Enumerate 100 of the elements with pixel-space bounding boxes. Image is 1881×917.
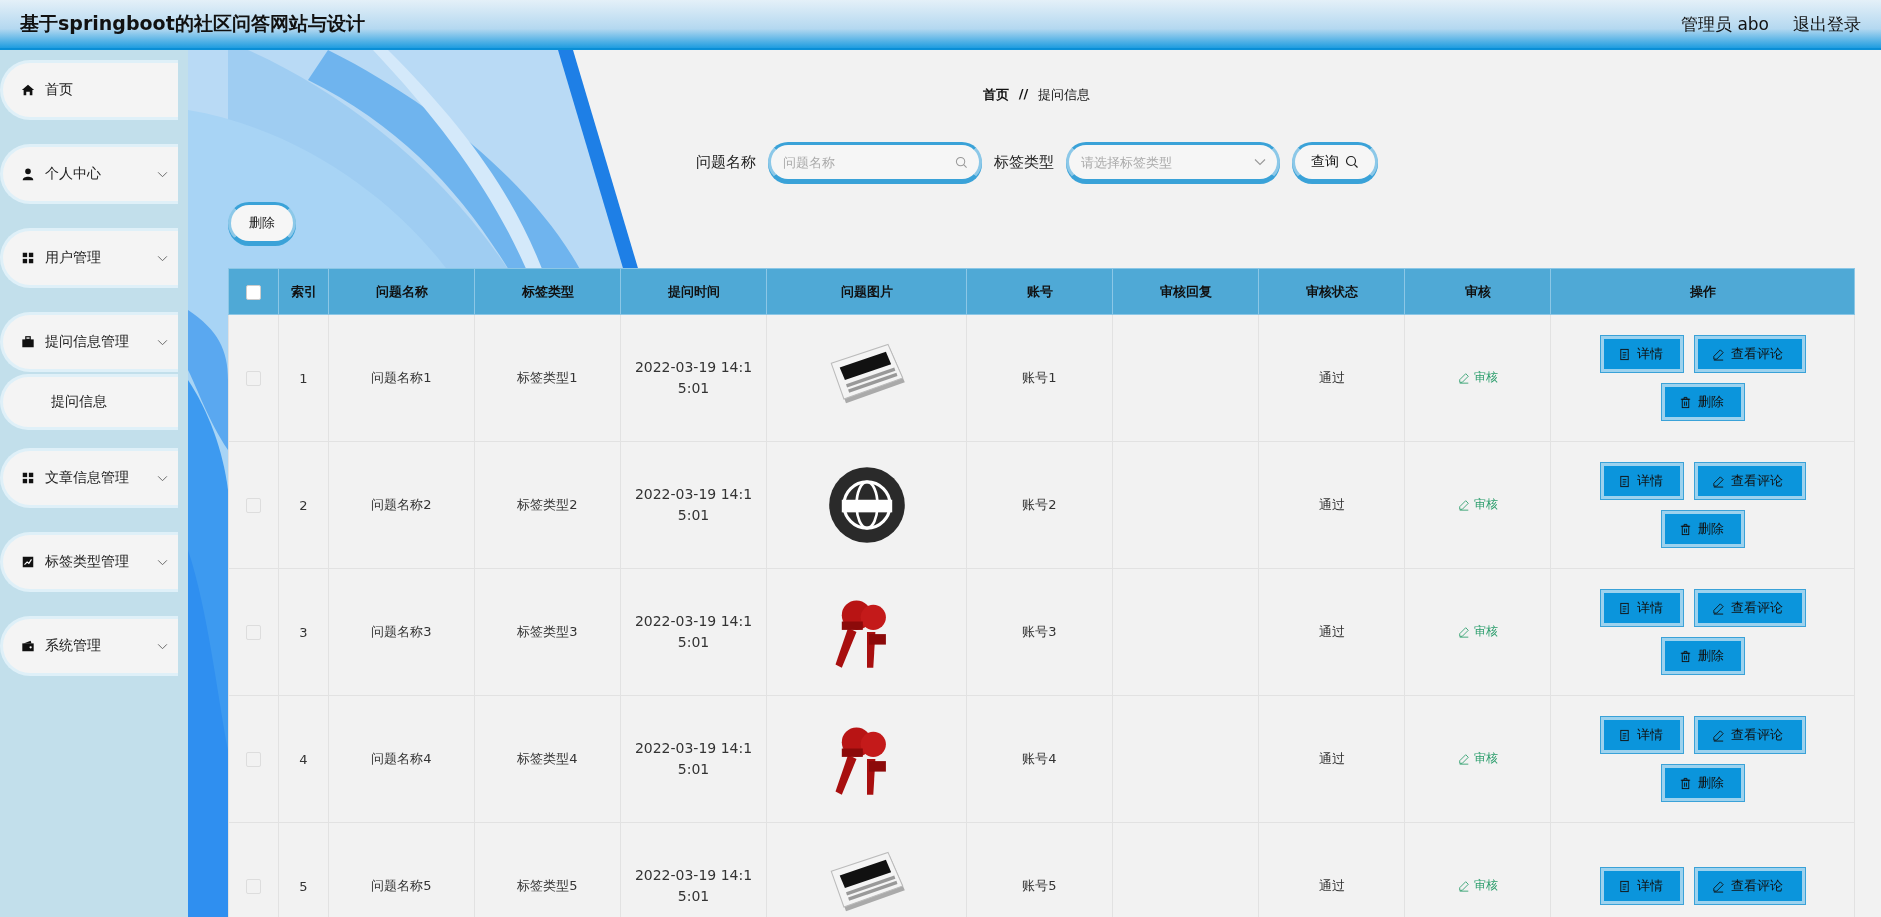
table-cell: 2022-03-19 14:15:01 [620, 314, 767, 442]
table-cell: 问题名称2 [328, 441, 475, 569]
pencil-icon [1711, 474, 1725, 488]
pencil-icon [1457, 371, 1470, 384]
table-cell: 2022-03-19 14:15:01 [620, 695, 767, 823]
wallet-icon [21, 639, 35, 653]
detail-button[interactable]: 详情 [1600, 336, 1683, 372]
table-cell: 问题名称3 [328, 568, 475, 696]
audit-link[interactable]: 审核 [1457, 750, 1498, 768]
trash-icon [1678, 776, 1692, 790]
column-header: 审核 [1404, 268, 1551, 315]
column-header: 问题图片 [766, 268, 967, 315]
pencil-icon [1711, 601, 1725, 615]
sidebar-item[interactable]: 首页 [0, 60, 178, 120]
table-cell: 标签类型5 [474, 822, 621, 917]
table-cell: 账号5 [966, 822, 1113, 917]
logout-link[interactable]: 退出登录 [1793, 12, 1861, 36]
user-name: 管理员 abo [1681, 12, 1769, 36]
sidebar-item[interactable]: 个人中心 [0, 144, 178, 204]
search-field[interactable]: 问题名称 [767, 142, 982, 182]
grid-icon [21, 471, 35, 485]
column-header: 操作 [1550, 268, 1855, 315]
table-cell: 2 [278, 441, 329, 569]
trash-icon [1678, 649, 1692, 663]
delete-button[interactable]: 删除 [1661, 384, 1744, 420]
chevron-down-icon [157, 338, 168, 346]
pencil-icon [1711, 728, 1725, 742]
column-header: 标签类型 [474, 268, 621, 315]
site-title: 基于springboot的社区问答网站与设计 [20, 11, 365, 36]
search-icon [1344, 155, 1359, 169]
chevron-down-icon [157, 254, 168, 262]
grid-icon [21, 251, 35, 265]
document-icon [1617, 879, 1631, 893]
delete-button[interactable]: 删除 [1661, 511, 1744, 547]
detail-button[interactable]: 详情 [1600, 717, 1683, 753]
delete-button[interactable]: 删除 [1661, 765, 1744, 801]
table-cell: 4 [278, 695, 329, 823]
table-cell: 问题名称4 [328, 695, 475, 823]
comments-button[interactable]: 查看评论 [1694, 868, 1805, 904]
chart-icon [21, 555, 35, 569]
comments-button[interactable]: 查看评论 [1694, 717, 1805, 753]
pencil-icon [1457, 752, 1470, 765]
delete-button[interactable]: 删除 [228, 202, 296, 244]
table-cell: 通过 [1258, 822, 1405, 917]
table-cell: 问题名称1 [328, 314, 475, 442]
table-cell: 通过 [1258, 695, 1405, 823]
field-label: 问题名称 [695, 152, 756, 172]
breadcrumb-home[interactable]: 首页 [982, 86, 1009, 104]
field-label: 标签类型 [993, 152, 1054, 172]
chevron-down-icon [157, 474, 168, 482]
pencil-icon [1711, 879, 1725, 893]
column-header: 索引 [278, 268, 329, 315]
sidebar-item[interactable]: 标签类型管理 [0, 532, 178, 592]
audit-link[interactable]: 审核 [1457, 496, 1498, 514]
table-cell: 标签类型1 [474, 314, 621, 442]
pencil-icon [1457, 498, 1470, 511]
table-cell: 账号2 [966, 441, 1113, 569]
table-cell: 2022-03-19 14:15:01 [620, 568, 767, 696]
table-cell: 2022-03-19 14:15:01 [620, 822, 767, 917]
pencil-icon [1457, 879, 1470, 892]
audit-link[interactable]: 审核 [1457, 877, 1498, 895]
query-button[interactable]: 查询 [1291, 142, 1378, 182]
detail-button[interactable]: 详情 [1600, 868, 1683, 904]
document-icon [1617, 601, 1631, 615]
table-cell: 3 [278, 568, 329, 696]
table-cell: 账号4 [966, 695, 1113, 823]
table-cell: 2022-03-19 14:15:01 [620, 441, 767, 569]
table-cell: 标签类型2 [474, 441, 621, 569]
table-cell: 账号3 [966, 568, 1113, 696]
audit-link[interactable]: 审核 [1457, 623, 1498, 641]
column-header: 账号 [966, 268, 1113, 315]
chevron-down-icon [157, 170, 168, 178]
delete-button[interactable]: 删除 [1661, 638, 1744, 674]
sidebar-item[interactable]: 系统管理 [0, 616, 178, 676]
detail-button[interactable]: 详情 [1600, 463, 1683, 499]
column-header: 审核回复 [1112, 268, 1259, 315]
table-cell: 账号1 [966, 314, 1113, 442]
table-cell: 5 [278, 822, 329, 917]
comments-button[interactable]: 查看评论 [1694, 590, 1805, 626]
detail-button[interactable]: 详情 [1600, 590, 1683, 626]
trash-icon [1678, 522, 1692, 536]
audit-link[interactable]: 审核 [1457, 369, 1498, 387]
sidebar-item[interactable]: 文章信息管理 [0, 448, 178, 508]
select-all-checkbox[interactable] [246, 284, 261, 300]
sidebar-item[interactable]: 用户管理 [0, 228, 178, 288]
pencil-icon [1711, 347, 1725, 361]
trash-icon [1678, 395, 1692, 409]
comments-button[interactable]: 查看评论 [1694, 336, 1805, 372]
table-cell: 标签类型3 [474, 568, 621, 696]
tag-select[interactable]: 请选择标签类型 [1065, 142, 1280, 182]
document-icon [1617, 347, 1631, 361]
comments-button[interactable]: 查看评论 [1694, 463, 1805, 499]
sidebar-item[interactable]: 提问信息管理 [0, 312, 178, 372]
chevron-down-icon [157, 558, 168, 566]
search-icon [954, 156, 968, 169]
table-cell: 问题名称5 [328, 822, 475, 917]
sidebar-subitem[interactable]: 提问信息 [0, 374, 178, 430]
table-cell: 通过 [1258, 314, 1405, 442]
column-header: 问题名称 [328, 268, 475, 315]
document-icon [1617, 474, 1631, 488]
